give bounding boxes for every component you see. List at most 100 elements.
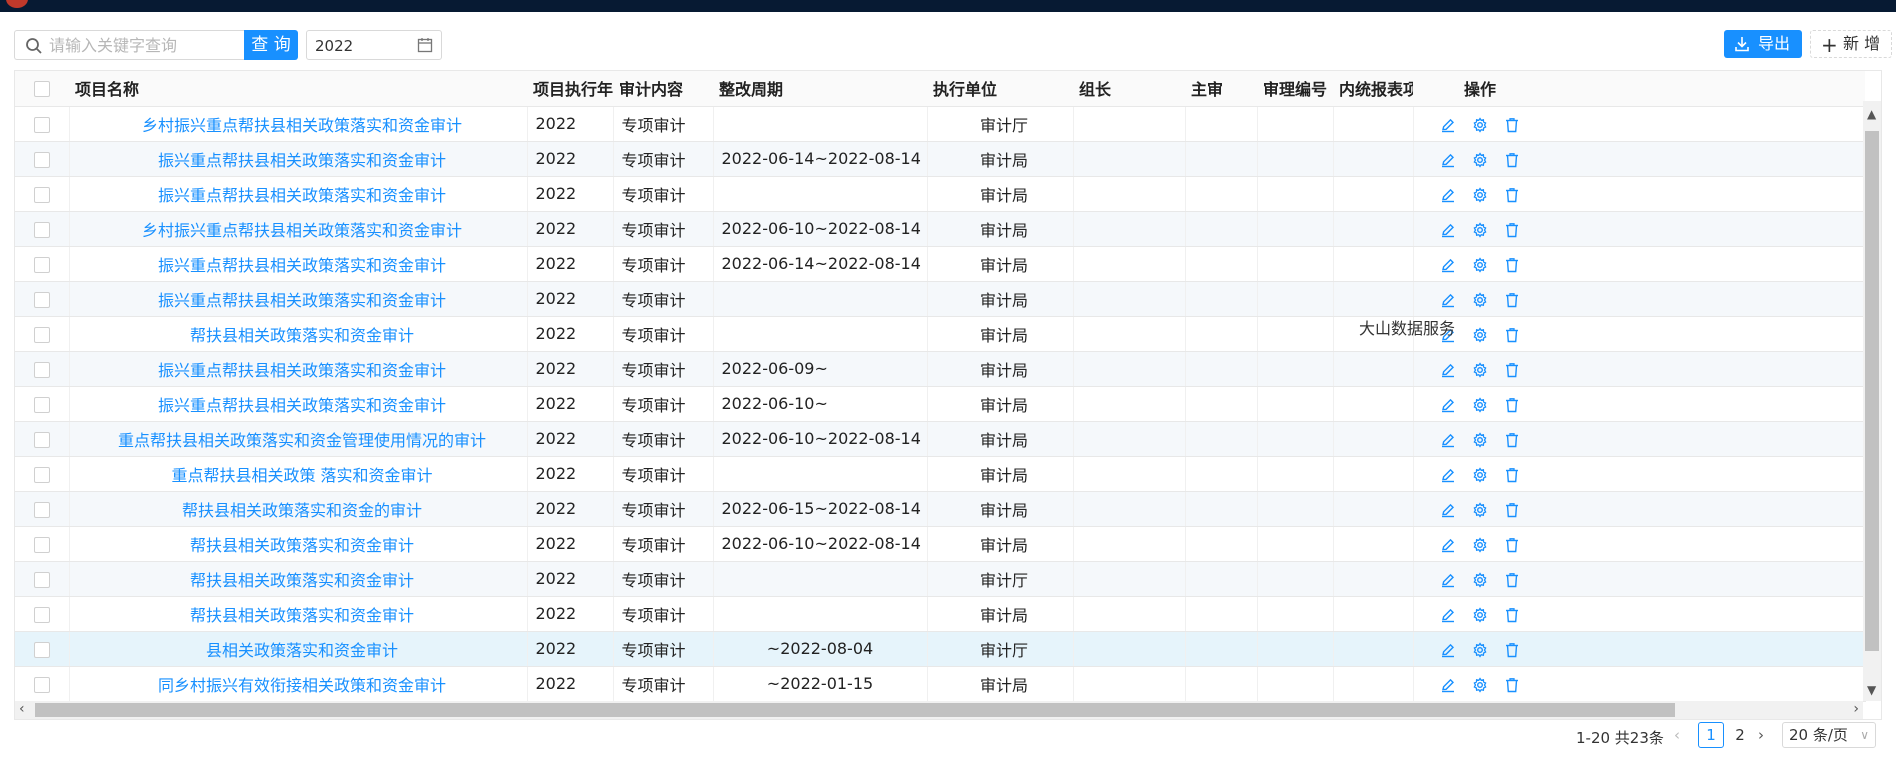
table-row[interactable]: 乡村振兴重点帮扶县相关政策落实和资金审计 2022 专项审计 2022-06-10~2… — [15, 211, 1866, 247]
table-row[interactable]: 帮扶县相关政策落实和资金审计 2022 专项审计 审计局 — [15, 316, 1866, 352]
project-name-link[interactable]: 振兴重点帮扶县相关政策落实和资金审计 — [69, 141, 528, 177]
trash-icon[interactable] — [1504, 677, 1520, 693]
gear-icon[interactable] — [1472, 291, 1488, 308]
project-name-link[interactable]: 振兴重点帮扶县相关政策落实和资金审计 — [69, 281, 528, 317]
row-checkbox[interactable] — [33, 186, 50, 203]
row-checkbox[interactable] — [33, 571, 50, 588]
table-row[interactable]: 帮扶县相关政策落实和资金审计 2022 专项审计 2022-06-10~2022-08… — [15, 526, 1866, 562]
edit-icon[interactable] — [1440, 677, 1456, 693]
column-header-review-number[interactable]: 审理编号 — [1257, 71, 1333, 107]
column-header-content[interactable]: 审计内容 — [613, 71, 713, 107]
vertical-scroll-thumb[interactable] — [1865, 131, 1879, 651]
trash-icon[interactable] — [1504, 117, 1520, 133]
project-name-link[interactable]: 振兴重点帮扶县相关政策落实和资金审计 — [69, 246, 528, 282]
edit-icon[interactable] — [1440, 432, 1456, 448]
table-row[interactable]: 乡村振兴重点帮扶县相关政策落实和资金审计 2022 专项审计 审计厅 — [15, 106, 1866, 142]
row-checkbox[interactable] — [33, 501, 50, 518]
edit-icon[interactable] — [1440, 222, 1456, 238]
row-checkbox[interactable] — [33, 676, 50, 693]
project-name-link[interactable]: 乡村振兴重点帮扶县相关政策落实和资金审计 — [69, 211, 528, 247]
gear-icon[interactable] — [1472, 326, 1488, 343]
row-checkbox-cell[interactable] — [15, 316, 70, 352]
trash-icon[interactable] — [1504, 572, 1520, 588]
row-checkbox[interactable] — [33, 291, 50, 308]
column-header-unit[interactable]: 执行单位 — [927, 71, 1073, 107]
row-checkbox[interactable] — [33, 641, 50, 658]
row-checkbox-cell[interactable] — [15, 421, 70, 457]
gear-icon[interactable] — [1472, 221, 1488, 238]
project-name-link[interactable]: 乡村振兴重点帮扶县相关政策落实和资金审计 — [69, 106, 528, 142]
gear-icon[interactable] — [1472, 151, 1488, 168]
column-header-chief-auditor[interactable]: 主审 — [1185, 71, 1257, 107]
gear-icon[interactable] — [1472, 256, 1488, 273]
table-row[interactable]: 振兴重点帮扶县相关政策落实和资金审计 2022 专项审计 2022-06-10~ 审计局 — [15, 386, 1866, 422]
horizontal-scroll-thumb[interactable] — [35, 703, 1675, 717]
trash-icon[interactable] — [1504, 327, 1520, 343]
query-button[interactable]: 查 询 — [244, 30, 298, 60]
next-page-icon[interactable]: › — [1758, 726, 1764, 744]
row-checkbox[interactable] — [33, 151, 50, 168]
scroll-left-icon[interactable]: ‹ — [19, 701, 25, 717]
row-checkbox-cell[interactable] — [15, 211, 70, 247]
gear-icon[interactable] — [1472, 116, 1488, 133]
column-header-year[interactable]: 项目执行年 — [527, 71, 613, 107]
trash-icon[interactable] — [1504, 642, 1520, 658]
gear-icon[interactable] — [1472, 431, 1488, 448]
gear-icon[interactable] — [1472, 361, 1488, 378]
edit-icon[interactable] — [1440, 257, 1456, 273]
row-checkbox-cell[interactable] — [15, 491, 70, 527]
add-button[interactable]: + 新 增 — [1810, 30, 1892, 58]
project-name-link[interactable]: 重点帮扶县相关政策 落实和资金审计 — [69, 456, 528, 492]
row-checkbox-cell[interactable] — [15, 246, 70, 282]
scroll-up-icon[interactable]: ▲ — [1867, 107, 1876, 121]
row-checkbox-cell[interactable] — [15, 106, 70, 142]
row-checkbox-cell[interactable] — [15, 141, 70, 177]
edit-icon[interactable] — [1440, 467, 1456, 483]
row-checkbox[interactable] — [33, 361, 50, 378]
table-row[interactable]: 振兴重点帮扶县相关政策落实和资金审计 2022 专项审计 2022-06-14~202… — [15, 141, 1866, 177]
row-checkbox-cell[interactable] — [15, 386, 70, 422]
trash-icon[interactable] — [1504, 537, 1520, 553]
project-name-link[interactable]: 帮扶县相关政策落实和资金审计 — [69, 561, 528, 597]
row-checkbox[interactable] — [33, 256, 50, 273]
trash-icon[interactable] — [1504, 397, 1520, 413]
table-row[interactable]: 帮扶县相关政策落实和资金的审计 2022 专项审计 2022-06-15~2022-0… — [15, 491, 1866, 527]
project-name-link[interactable]: 县相关政策落实和资金审计 — [69, 631, 528, 667]
table-row[interactable]: 同乡村振兴有效衔接相关政策和资金审计 2022 专项审计 ~2022-01-15 审计局 — [15, 666, 1866, 702]
scroll-down-icon[interactable]: ▼ — [1867, 683, 1876, 697]
year-picker[interactable]: 2022 — [306, 30, 442, 60]
table-row[interactable]: 重点帮扶县相关政策落实和资金管理使用情况的审计 2022 专项审计 2022-06-1… — [15, 421, 1866, 457]
page-1-button[interactable]: 1 — [1698, 722, 1724, 748]
row-checkbox-cell[interactable] — [15, 281, 70, 317]
edit-icon[interactable] — [1440, 187, 1456, 203]
horizontal-scrollbar[interactable]: ‹ › — [15, 701, 1863, 719]
row-checkbox[interactable] — [33, 536, 50, 553]
trash-icon[interactable] — [1504, 467, 1520, 483]
row-checkbox-cell[interactable] — [15, 666, 70, 702]
edit-icon[interactable] — [1440, 502, 1456, 518]
scroll-right-icon[interactable]: › — [1853, 701, 1859, 717]
trash-icon[interactable] — [1504, 607, 1520, 623]
gear-icon[interactable] — [1472, 606, 1488, 623]
row-checkbox-cell[interactable] — [15, 561, 70, 597]
table-row[interactable]: 振兴重点帮扶县相关政策落实和资金审计 2022 专项审计 审计局 — [15, 176, 1866, 212]
trash-icon[interactable] — [1504, 362, 1520, 378]
trash-icon[interactable] — [1504, 257, 1520, 273]
edit-icon[interactable] — [1440, 152, 1456, 168]
search-input[interactable] — [49, 34, 239, 56]
trash-icon[interactable] — [1504, 502, 1520, 518]
project-name-link[interactable]: 帮扶县相关政策落实和资金审计 — [69, 316, 528, 352]
export-button[interactable]: 导出 — [1724, 30, 1802, 58]
search-field[interactable] — [14, 30, 244, 60]
edit-icon[interactable] — [1440, 607, 1456, 623]
page-size-select[interactable]: 20 条/页 ∨ — [1782, 722, 1876, 748]
table-row[interactable]: 振兴重点帮扶县相关政策落实和资金审计 2022 专项审计 审计局 — [15, 281, 1866, 317]
row-checkbox-cell[interactable] — [15, 351, 70, 387]
trash-icon[interactable] — [1504, 432, 1520, 448]
project-name-link[interactable]: 振兴重点帮扶县相关政策落实和资金审计 — [69, 386, 528, 422]
project-name-link[interactable]: 帮扶县相关政策落实和资金的审计 — [69, 491, 528, 527]
column-header-name[interactable]: 项目名称 — [69, 71, 527, 107]
trash-icon[interactable] — [1504, 292, 1520, 308]
trash-icon[interactable] — [1504, 222, 1520, 238]
table-row[interactable]: 县相关政策落实和资金审计 2022 专项审计 ~2022-08-04 审计厅 — [15, 631, 1866, 667]
